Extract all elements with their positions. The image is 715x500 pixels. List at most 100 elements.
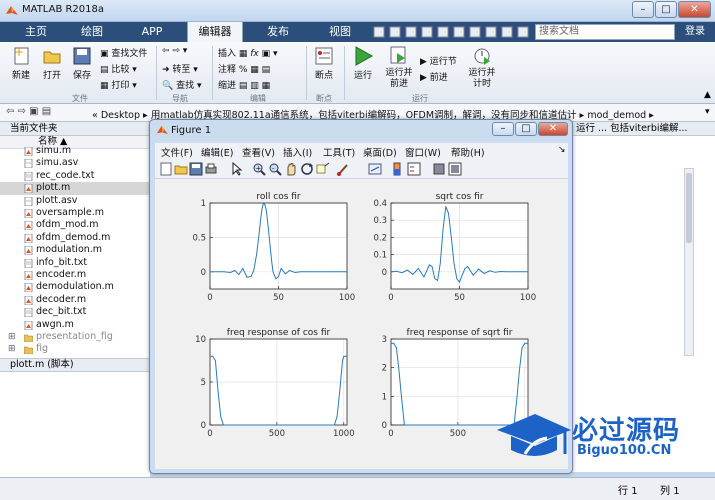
run-section-button[interactable]: ▶ 运行节 [420,54,457,67]
group-label-nav: 导航 [172,94,188,103]
y-tick-label: 0.3 [373,216,387,226]
brush-icon[interactable] [336,162,350,176]
file-name: fig [36,343,49,355]
file-name: awgn.m [36,318,74,330]
run-advance-button[interactable]: 运行并 前进 [382,68,416,90]
close-button[interactable]: ✕ [678,1,711,18]
file-item[interactable]: awgn.m [0,319,150,331]
save-button[interactable]: 保存 [67,68,97,81]
quick-access-toolbar[interactable] [372,25,532,39]
data-cursor-icon[interactable] [316,162,330,176]
tab-publish[interactable]: 发布 [256,22,300,42]
insert-button[interactable]: 插入 ▦ fx ▣ ▾ [218,46,278,59]
file-item[interactable]: info_bit.txt [0,257,150,269]
minimize-button[interactable]: – [632,1,654,18]
file-item[interactable]: decoder.m [0,294,150,306]
scrollbar-thumb[interactable] [686,173,692,243]
file-item[interactable]: demodulation.m [0,281,150,293]
expand-folder-icon[interactable]: ⊞ [8,343,16,355]
file-item[interactable]: rec_code.txt [0,170,150,182]
tab-view[interactable]: 视图 [318,22,362,42]
link-plot-icon[interactable] [368,162,382,176]
file-item[interactable]: plott.asv [0,195,150,207]
file-item[interactable]: dec_bit.txt [0,306,150,318]
goto-button[interactable]: ➜ 转至 ▾ [162,62,198,75]
run-time-button[interactable]: 运行并 计时 [464,68,500,90]
address-dropdown-icon[interactable]: ▾ [705,107,710,117]
run-advance-icon [390,46,406,64]
menu-tools[interactable]: 工具(T) [323,145,355,159]
open-button[interactable]: 打开 [37,68,67,81]
new-figure-icon[interactable] [159,162,173,176]
back-forward-buttons[interactable]: ⇦ ⇨ ▾ [162,46,187,56]
menu-edit[interactable]: 编辑(E) [201,145,233,159]
vertical-scrollbar[interactable] [684,168,694,356]
new-file-icon: + [14,46,29,65]
file-item[interactable]: ofdm_demod.m [0,232,150,244]
figure-maximize-button[interactable]: □ [515,122,537,136]
file-name: ofdm_demod.m [36,231,111,243]
advance-button[interactable]: ▶ 前进 [420,70,448,83]
menu-window[interactable]: 窗口(W) [405,145,441,159]
y-tick-label: 0.1 [373,251,387,261]
x-tick-label: 0 [388,429,393,439]
tab-home[interactable]: 主页 [14,22,58,42]
tab-apps[interactable]: APP [130,22,174,42]
pan-hand-icon[interactable] [284,162,298,176]
open-file-icon[interactable] [174,162,188,176]
breakpoints-button[interactable]: 断点 [308,68,340,81]
rotate-3d-icon[interactable] [300,162,314,176]
row-indicator: 行 1 [618,486,638,497]
run-button[interactable]: 运行 [348,68,378,81]
file-detail-panel [0,372,150,477]
select-arrow-icon[interactable] [230,162,244,176]
tab-editor[interactable]: 编辑器 [187,22,243,42]
menu-file[interactable]: 文件(F) [161,145,193,159]
colorbar-icon[interactable] [391,162,405,176]
menu-desktop[interactable]: 桌面(D) [363,145,397,159]
y-tick-label: 0.5 [192,233,206,243]
menubar-dock-icon[interactable]: ↘ [558,145,566,155]
indent-button[interactable]: 缩进 ▤ ▥ ▦ [218,78,270,91]
axes-title: sqrt cos fir [436,192,484,202]
folder-item[interactable]: ⊞ presentation_fig [0,331,150,343]
zoom-out-icon[interactable]: - [268,162,282,176]
comment-button[interactable]: 注释 % ▦ ▤ [218,62,270,75]
figure-close-button[interactable]: ✕ [538,122,568,136]
zoom-in-icon[interactable]: + [252,162,266,176]
save-figure-icon[interactable] [189,162,203,176]
file-item[interactable]: plott.m [0,182,150,195]
file-item[interactable]: oversample.m [0,207,150,219]
open-folder-icon [43,51,61,64]
file-item[interactable]: encoder.m [0,269,150,281]
file-item[interactable]: simu.asv [0,157,150,169]
print-figure-icon[interactable] [204,162,218,176]
window-titlebar [0,0,715,22]
x-tick-label: 50 [273,293,284,303]
file-item[interactable]: ofdm_mod.m [0,219,150,231]
y-tick-label: 0 [201,268,206,278]
expand-folder-icon[interactable]: ⊞ [8,331,16,343]
find-files-button[interactable]: ▣ 查找文件 [100,46,147,59]
nav-arrows[interactable]: ⇦ ⇨ ▣ ▤ [6,106,51,117]
login-button[interactable]: 登录 [680,24,710,40]
menu-insert[interactable]: 插入(I) [283,145,312,159]
ribbon-collapse-icon[interactable]: ▲ [704,90,711,100]
hide-plot-tools-icon[interactable] [432,162,446,176]
save-icon [73,47,91,65]
folder-item[interactable]: ⊞ fig [0,343,150,355]
menu-view[interactable]: 查看(V) [242,145,275,159]
maximize-button[interactable]: □ [655,1,677,18]
find-button[interactable]: 🔍 查找 ▾ [162,78,201,91]
figure-minimize-button[interactable]: – [492,122,514,136]
file-item[interactable]: modulation.m [0,244,150,256]
compare-button[interactable]: ▤ 比较 ▾ [100,62,137,75]
legend-icon[interactable] [407,162,421,176]
print-button[interactable]: ▦ 打印 ▾ [100,78,137,91]
show-plot-tools-icon[interactable] [448,162,462,176]
new-button[interactable]: 新建 [6,68,36,81]
tab-plots[interactable]: 绘图 [70,22,114,42]
menu-help[interactable]: 帮助(H) [451,145,485,159]
x-tick-label: 0 [388,293,393,303]
search-docs-input[interactable]: 搜索文档 [535,24,675,40]
